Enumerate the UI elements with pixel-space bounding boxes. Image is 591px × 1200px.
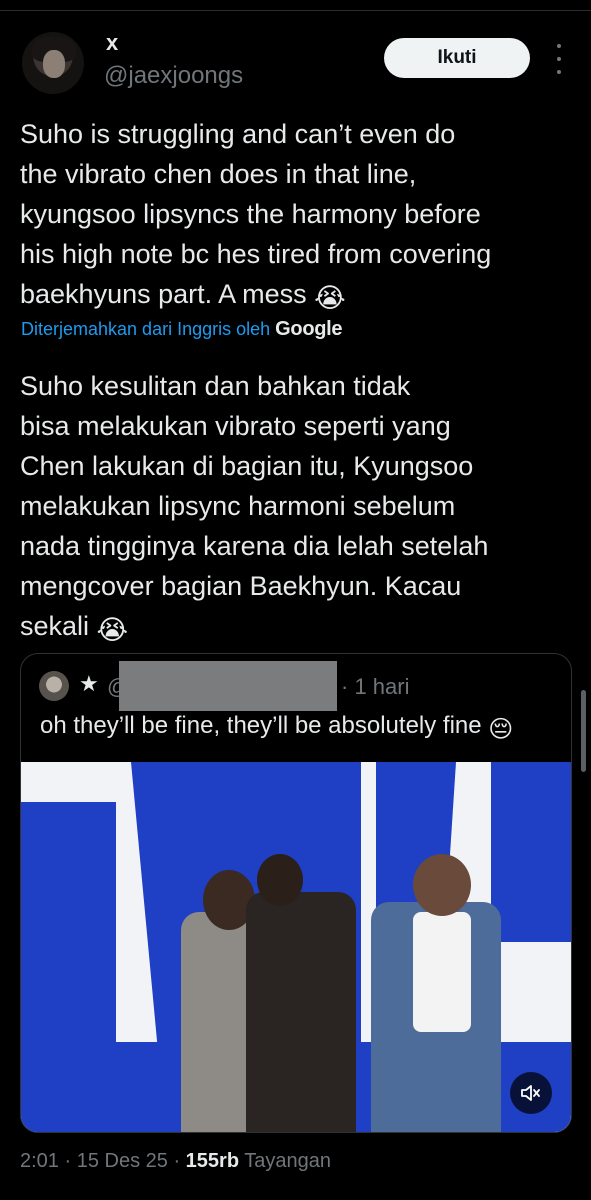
quoted-tweet-text: oh they’ll be fine, they’ll be absolutel… bbox=[40, 712, 513, 744]
speaker-muted-icon bbox=[521, 1085, 540, 1101]
mute-button[interactable] bbox=[510, 1072, 552, 1114]
quoted-author-avatar[interactable] bbox=[39, 671, 69, 701]
views-count: 155rb bbox=[185, 1150, 240, 1172]
google-logo: Google bbox=[275, 318, 343, 340]
translated-text: Suho kesulitan dan bahkan tidak bisa mel… bbox=[20, 366, 580, 650]
avatar-face bbox=[43, 50, 65, 78]
tweet-date[interactable]: 15 Des 25 bbox=[77, 1150, 168, 1172]
quoted-tweet-card[interactable]: ★ @ · 1 hari oh they’ll be fine, they’ll… bbox=[20, 653, 572, 1133]
translation-credit-label: Diterjemahkan dari Inggris oleh bbox=[21, 319, 271, 339]
author-display-name[interactable]: x bbox=[106, 30, 118, 56]
tweet-time[interactable]: 2:01 bbox=[20, 1150, 59, 1172]
more-options-icon[interactable] bbox=[556, 44, 562, 74]
performer-middle-head bbox=[257, 854, 303, 906]
translation-credit[interactable]: Diterjemahkan dari Inggris oleh Google bbox=[21, 318, 343, 341]
stage-panel-right bbox=[491, 762, 571, 942]
follow-button[interactable]: Ikuti bbox=[384, 38, 530, 78]
tweet-body: Suho is struggling and can’t even do the… bbox=[20, 119, 492, 309]
pensive-emoji: 😔 bbox=[488, 716, 514, 743]
quoted-tweet-time[interactable]: · 1 hari bbox=[341, 674, 409, 700]
views-label: Tayangan bbox=[244, 1150, 331, 1172]
translated-body: Suho kesulitan dan bahkan tidak bisa mel… bbox=[20, 371, 489, 641]
video-media[interactable] bbox=[21, 762, 571, 1132]
crying-emoji-translated: 😭 bbox=[96, 615, 129, 645]
crying-emoji: 😭 bbox=[314, 283, 346, 313]
redaction-box bbox=[119, 661, 337, 711]
performer-right-shirt bbox=[413, 912, 471, 1032]
star-icon: ★ bbox=[79, 671, 99, 696]
tweet-meta: 2:01 · 15 Des 25 · 155rb Tayangan bbox=[20, 1150, 331, 1172]
author-avatar[interactable] bbox=[22, 32, 84, 94]
performer-right-head bbox=[413, 854, 471, 916]
quoted-tweet-body: oh they’ll be fine, they’ll be absolutel… bbox=[40, 712, 489, 739]
author-handle[interactable]: @jaexjoongs bbox=[104, 62, 243, 90]
tweet-text: Suho is struggling and can’t even do the… bbox=[20, 114, 580, 318]
top-divider bbox=[0, 10, 591, 11]
scrollbar[interactable] bbox=[581, 690, 586, 772]
performer-middle bbox=[246, 892, 356, 1132]
